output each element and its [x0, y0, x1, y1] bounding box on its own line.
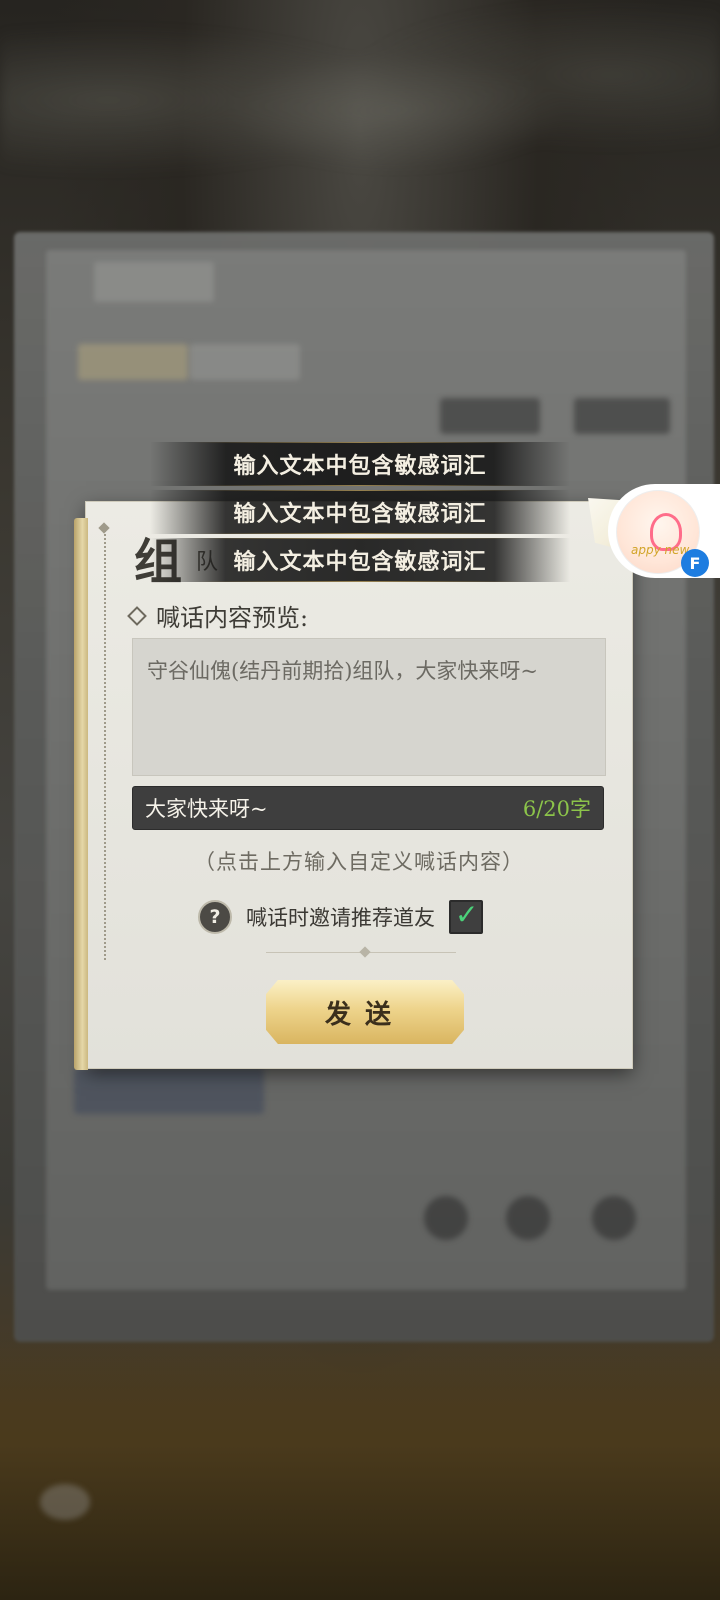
- background-button: [574, 398, 670, 434]
- toast-text: 输入文本中包含敏感词汇: [233, 501, 487, 527]
- separator-diamond: [359, 946, 371, 958]
- preview-heading: 喊话内容预览:: [127, 598, 309, 633]
- background-button: [440, 398, 540, 434]
- shout-input-value[interactable]: 大家快来呀~: [145, 793, 268, 823]
- background-icon: [506, 1196, 550, 1240]
- preview-box: 守谷仙傀(结丹前期拾)组队，大家快来呀~: [132, 638, 606, 776]
- background-tab: [190, 344, 300, 380]
- toast-message: 输入文本中包含敏感词汇: [150, 442, 570, 486]
- background-branches: [0, 0, 720, 250]
- checkmark-icon: ✓: [455, 898, 479, 931]
- help-icon[interactable]: ?: [198, 900, 232, 934]
- shout-input[interactable]: 大家快来呀~ 6/20字: [132, 786, 604, 830]
- background-table: [0, 1340, 720, 1600]
- toast-text: 输入文本中包含敏感词汇: [233, 453, 487, 479]
- toast-message: 输入文本中包含敏感词汇: [150, 490, 570, 534]
- preview-text: 守谷仙傀(结丹前期拾)组队，大家快来呀~: [147, 659, 538, 683]
- background-tab: [78, 344, 188, 380]
- char-count: 6/20字: [522, 797, 591, 821]
- background-icon: [424, 1196, 468, 1240]
- diamond-icon: [127, 605, 147, 626]
- assistant-text: appy new: [631, 543, 690, 557]
- toast-text: 输入文本中包含敏感词汇: [233, 549, 487, 575]
- assistant-avatar-icon: appy new F: [616, 490, 709, 577]
- dotted-divider: [104, 530, 106, 960]
- input-hint: （点击上方输入自定义喊话内容）: [194, 850, 524, 874]
- invite-label: 喊话时邀请推荐道友: [246, 906, 435, 930]
- background-row: [74, 1068, 264, 1114]
- send-button[interactable]: 发送: [266, 980, 464, 1044]
- background-controller-icon: [40, 1484, 90, 1520]
- floating-assistant-widget[interactable]: appy new F: [608, 484, 720, 578]
- assistant-badge: F: [681, 549, 709, 577]
- team-shout-dialog: 组 队 喊话内容预览: 守谷仙傀(结丹前期拾)组队，大家快来呀~ 大家快来呀~ …: [74, 498, 658, 1070]
- invite-row: ? 喊话时邀请推荐道友 ✓: [198, 898, 483, 934]
- preview-heading-label: 喊话内容预览:: [156, 604, 309, 632]
- toast-message: 输入文本中包含敏感词汇: [150, 538, 570, 582]
- background-title: [94, 262, 214, 302]
- dialog-spine: [74, 518, 88, 1070]
- invite-checkbox[interactable]: ✓: [449, 898, 483, 934]
- background-icon: [592, 1196, 636, 1240]
- send-button-label: 发送: [324, 999, 405, 1030]
